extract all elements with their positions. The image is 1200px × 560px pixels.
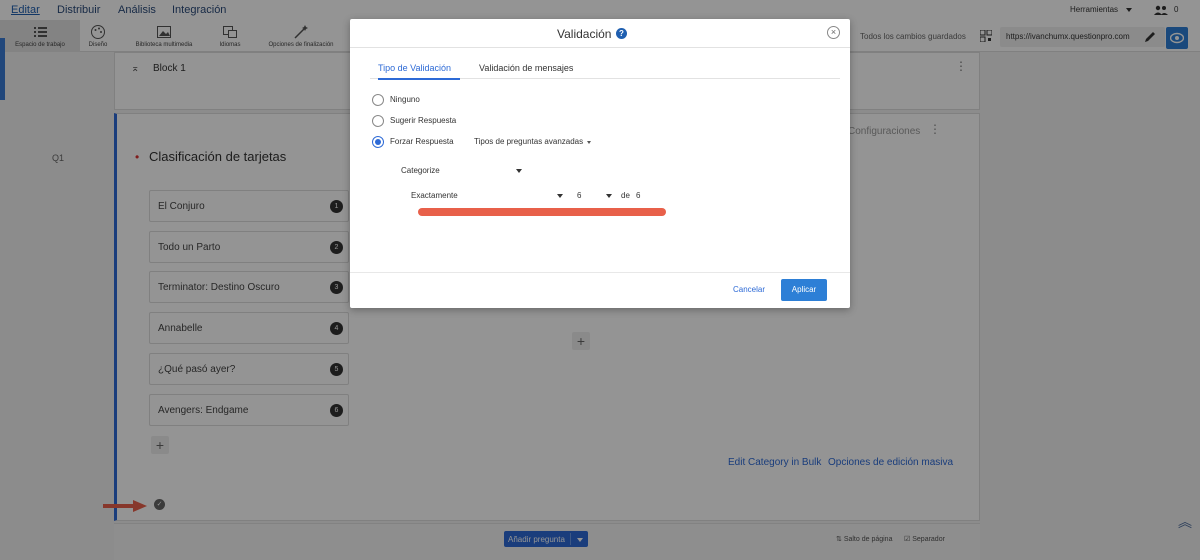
modal-header: Validación ? ×	[350, 19, 850, 48]
close-icon[interactable]: ×	[827, 26, 840, 39]
radio-suggest-label: Sugerir Respuesta	[390, 116, 457, 125]
radio-force-label: Forzar Respuesta	[390, 137, 454, 146]
cancel-button[interactable]: Cancelar	[733, 285, 765, 294]
active-tab-indicator	[378, 78, 460, 80]
apply-button[interactable]: Aplicar	[781, 279, 827, 301]
radio-suggest[interactable]	[372, 115, 384, 127]
tab-validation-type[interactable]: Tipo de Validación	[378, 63, 451, 73]
modal-tabs: Tipo de Validación Validación de mensaje…	[370, 59, 840, 80]
total-value: 6	[636, 191, 641, 200]
advanced-types-dropdown[interactable]: Tipos de preguntas avanzadas	[474, 137, 583, 146]
count-select[interactable]: 6	[577, 191, 581, 200]
chevron-down-icon[interactable]	[516, 169, 522, 173]
of-label: de	[621, 191, 630, 200]
validation-modal: Validación ? × Tipo de Validación Valida…	[350, 19, 850, 308]
modal-footer	[350, 272, 850, 308]
chevron-down-icon[interactable]	[606, 194, 612, 198]
modal-title: Validación	[557, 27, 612, 41]
chevron-down-icon	[587, 141, 591, 144]
radio-none[interactable]	[372, 94, 384, 106]
category-select[interactable]: Categorize	[401, 166, 440, 175]
radio-none-label: Ninguno	[390, 95, 420, 104]
tab-message-validation[interactable]: Validación de mensajes	[479, 63, 573, 73]
radio-force[interactable]	[372, 136, 384, 148]
condition-select[interactable]: Exactamente	[411, 191, 458, 200]
help-icon[interactable]: ?	[616, 28, 627, 39]
highlight-underline	[418, 208, 666, 216]
chevron-down-icon[interactable]	[557, 194, 563, 198]
